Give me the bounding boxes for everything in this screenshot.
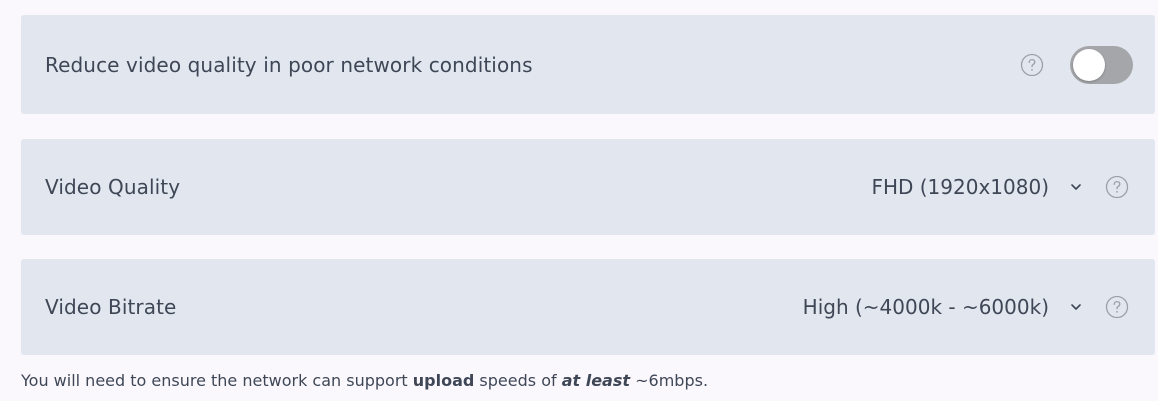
video-quality-select[interactable]: FHD (1920x1080) bbox=[871, 175, 1155, 199]
poor-network-setting-row: Reduce video quality in poor network con… bbox=[21, 15, 1155, 114]
video-quality-setting-row: Video Quality FHD (1920x1080) bbox=[21, 139, 1155, 235]
poor-network-toggle[interactable] bbox=[1070, 45, 1133, 84]
video-bitrate-setting-row: Video Bitrate High (~4000k - ~6000k) bbox=[21, 259, 1155, 355]
poor-network-controls bbox=[1020, 45, 1155, 84]
video-quality-label: Video Quality bbox=[45, 175, 181, 199]
note-text-2: speeds of bbox=[474, 371, 562, 390]
video-bitrate-label: Video Bitrate bbox=[45, 295, 177, 319]
chevron-down-icon[interactable] bbox=[1069, 180, 1083, 194]
upload-speed-note: You will need to ensure the network can … bbox=[21, 371, 708, 390]
help-icon[interactable] bbox=[1020, 53, 1044, 77]
note-text-3: ~6mbps. bbox=[630, 371, 709, 390]
poor-network-label: Reduce video quality in poor network con… bbox=[45, 52, 533, 77]
chevron-down-icon[interactable] bbox=[1069, 300, 1083, 314]
help-icon[interactable] bbox=[1105, 295, 1129, 319]
note-upload-bold: upload bbox=[412, 371, 475, 390]
help-icon[interactable] bbox=[1105, 175, 1129, 199]
video-bitrate-select[interactable]: High (~4000k - ~6000k) bbox=[803, 295, 1155, 319]
toggle-knob bbox=[1073, 48, 1105, 81]
video-quality-value[interactable]: FHD (1920x1080) bbox=[871, 175, 1049, 199]
note-at-least-emphasis: at least bbox=[561, 371, 631, 390]
note-text-1: You will need to ensure the network can … bbox=[21, 371, 413, 390]
video-bitrate-value[interactable]: High (~4000k - ~6000k) bbox=[803, 295, 1049, 319]
